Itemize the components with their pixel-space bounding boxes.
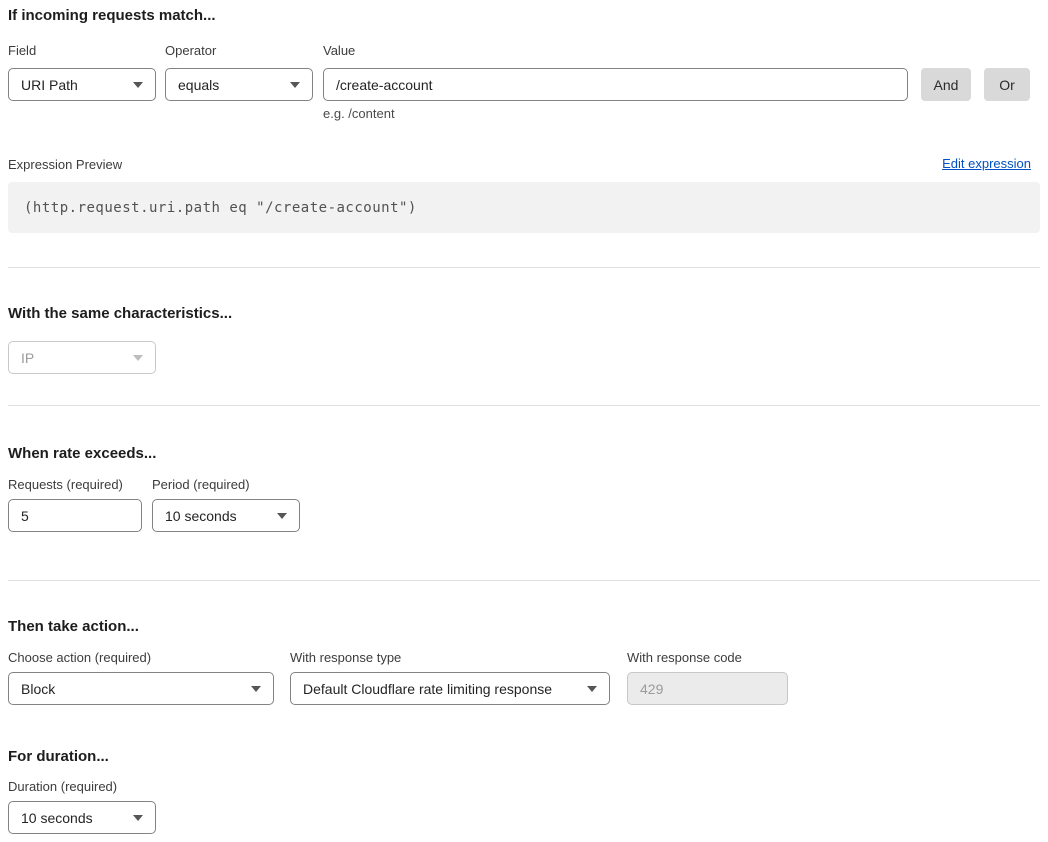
rate-section-heading: When rate exceeds...: [8, 445, 156, 462]
section-divider: [8, 405, 1040, 406]
expression-preview-box: (http.request.uri.path eq "/create-accou…: [8, 182, 1040, 233]
match-section-heading: If incoming requests match...: [8, 7, 216, 24]
action-section-heading: Then take action...: [8, 618, 139, 635]
period-label: Period (required): [152, 477, 250, 492]
operator-select-value: equals: [178, 77, 219, 93]
operator-label: Operator: [165, 43, 216, 58]
response-type-select-value: Default Cloudflare rate limiting respons…: [303, 681, 552, 697]
response-code-input: [627, 672, 788, 705]
choose-action-select[interactable]: Block: [8, 672, 274, 705]
duration-section-heading: For duration...: [8, 748, 109, 765]
chevron-down-icon: [133, 815, 143, 821]
period-select-value: 10 seconds: [165, 508, 237, 524]
expression-preview-label: Expression Preview: [8, 157, 122, 172]
duration-select-value: 10 seconds: [21, 810, 93, 826]
response-type-label: With response type: [290, 650, 401, 665]
requests-input[interactable]: [8, 499, 142, 532]
requests-label: Requests (required): [8, 477, 123, 492]
edit-expression-link[interactable]: Edit expression: [942, 156, 1031, 171]
characteristics-select: IP: [8, 341, 156, 374]
chevron-down-icon: [587, 686, 597, 692]
and-button[interactable]: And: [921, 68, 971, 101]
response-code-label: With response code: [627, 650, 742, 665]
characteristics-section-heading: With the same characteristics...: [8, 305, 232, 322]
chevron-down-icon: [251, 686, 261, 692]
section-divider: [8, 267, 1040, 268]
operator-select[interactable]: equals: [165, 68, 313, 101]
or-button[interactable]: Or: [984, 68, 1030, 101]
value-label: Value: [323, 43, 355, 58]
field-label: Field: [8, 43, 36, 58]
section-divider: [8, 580, 1040, 581]
chevron-down-icon: [277, 513, 287, 519]
field-select[interactable]: URI Path: [8, 68, 156, 101]
response-type-select[interactable]: Default Cloudflare rate limiting respons…: [290, 672, 610, 705]
duration-select[interactable]: 10 seconds: [8, 801, 156, 834]
chevron-down-icon: [290, 82, 300, 88]
field-select-value: URI Path: [21, 77, 78, 93]
chevron-down-icon: [133, 355, 143, 361]
expression-text: (http.request.uri.path eq "/create-accou…: [24, 200, 417, 216]
period-select[interactable]: 10 seconds: [152, 499, 300, 532]
choose-action-label: Choose action (required): [8, 650, 151, 665]
value-hint: e.g. /content: [323, 106, 395, 121]
value-input[interactable]: [323, 68, 908, 101]
characteristics-select-value: IP: [21, 350, 34, 366]
chevron-down-icon: [133, 82, 143, 88]
duration-label: Duration (required): [8, 779, 117, 794]
choose-action-select-value: Block: [21, 681, 55, 697]
